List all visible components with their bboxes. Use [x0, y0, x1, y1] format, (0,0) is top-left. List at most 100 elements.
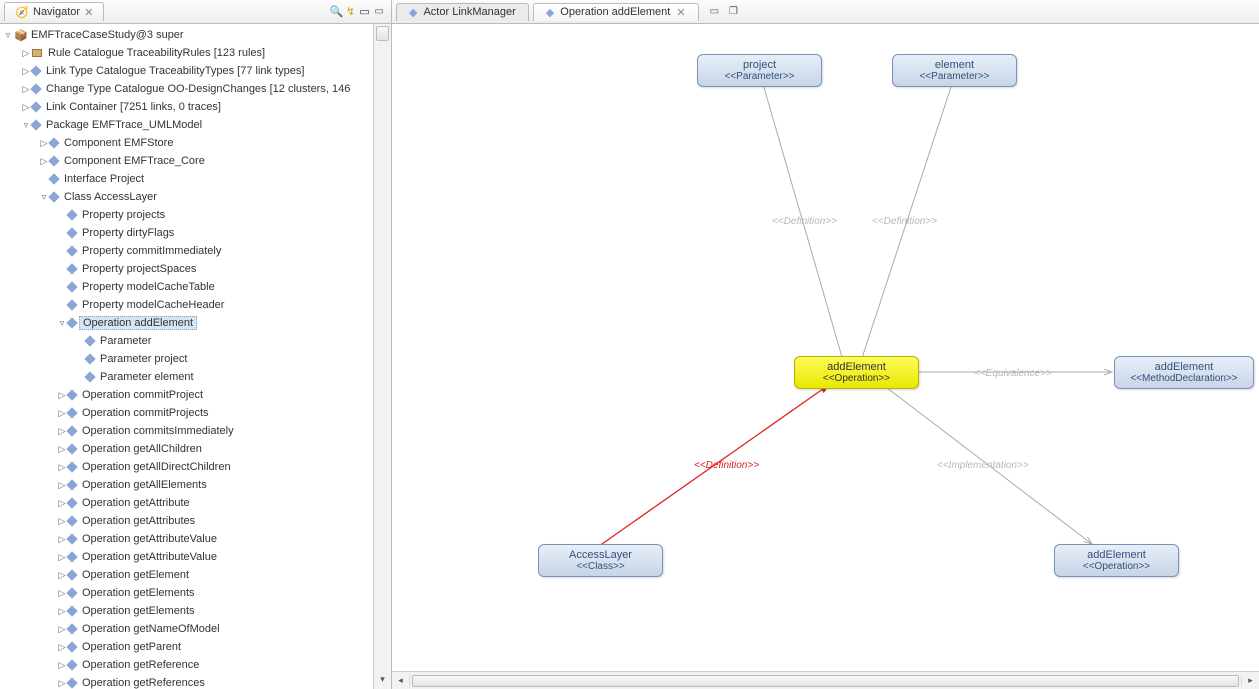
tab-operation-addelement[interactable]: ◆ Operation addElement ✕	[533, 3, 699, 21]
tree-scrollbar-v[interactable]: ▴ ▾	[373, 24, 391, 689]
tree-item-label: Parameter element	[97, 371, 197, 383]
close-icon[interactable]: ✕	[84, 6, 93, 19]
node-addelement-operation-center[interactable]: addElement <<Operation>>	[794, 356, 919, 389]
tree-item[interactable]: ▷Operation getAllChildren	[0, 440, 391, 458]
collapse-icon[interactable]: ▭	[358, 5, 372, 19]
tree-item[interactable]: ▷Operation getAttributeValue	[0, 548, 391, 566]
tree-item-label: Link Type Catalogue TraceabilityTypes [7…	[43, 65, 307, 77]
tree-item[interactable]: ▿Class AccessLayer	[0, 188, 391, 206]
scroll-right-icon[interactable]: ▸	[1241, 675, 1259, 686]
tree-item[interactable]: Property modelCacheTable	[0, 278, 391, 296]
tree-item[interactable]: ▷Operation commitProjects	[0, 404, 391, 422]
tree-item[interactable]: ▷Component EMFStore	[0, 134, 391, 152]
navigator-header: 🧭 Navigator ✕ 🔍 ↯ ▭ ▭	[0, 0, 391, 24]
tree-item-label: Operation getElements	[79, 587, 198, 599]
tree-item-label: Package EMFTrace_UMLModel	[43, 119, 205, 131]
tree-item[interactable]: ▷Operation commitsImmediately	[0, 422, 391, 440]
maximize-icon[interactable]: ❐	[726, 6, 741, 17]
diamond-icon	[66, 425, 77, 436]
canvas-scrollbar-h[interactable]: ◂ ▸	[392, 671, 1259, 689]
tree-item[interactable]: Property projectSpaces	[0, 260, 391, 278]
tree-item[interactable]: Property dirtyFlags	[0, 224, 391, 242]
tree-item-label: Property commitImmediately	[79, 245, 224, 257]
tree-item[interactable]: ▷Operation getReference	[0, 656, 391, 674]
tree-item[interactable]: ▷Operation getAttribute	[0, 494, 391, 512]
node-addelement-operation-br[interactable]: addElement <<Operation>>	[1054, 544, 1179, 577]
node-element-parameter[interactable]: element <<Parameter>>	[892, 54, 1017, 87]
tree-item[interactable]: Parameter element	[0, 368, 391, 386]
close-icon[interactable]: ✕	[676, 6, 685, 19]
tab-actor-linkmanager[interactable]: ◆ Actor LinkManager	[396, 3, 529, 21]
tree-item-label: Operation getAttributeValue	[79, 551, 220, 563]
node-title: element	[903, 59, 1006, 71]
tree-item[interactable]: Property commitImmediately	[0, 242, 391, 260]
edge-label-implementation: <<Implementation>>	[937, 460, 1029, 471]
tree-root[interactable]: ▿ 📦 EMFTraceCaseStudy@3 super	[0, 26, 391, 44]
scroll-left-icon[interactable]: ◂	[392, 675, 410, 686]
diamond-icon	[66, 641, 77, 652]
scroll-down-icon[interactable]: ▾	[374, 671, 391, 689]
node-accesslayer-class[interactable]: AccessLayer <<Class>>	[538, 544, 663, 577]
tree-item-label: Component EMFTrace_Core	[61, 155, 208, 167]
tree-item[interactable]: Interface Project	[0, 170, 391, 188]
diamond-icon	[66, 389, 77, 400]
diamond-icon	[66, 497, 77, 508]
tree-item[interactable]: Property projects	[0, 206, 391, 224]
tree-item[interactable]: ▷Operation commitProject	[0, 386, 391, 404]
edge-label-definition-red: <<Definition>>	[694, 460, 759, 471]
chevron-right-icon[interactable]: ▷	[20, 48, 32, 59]
tree-item[interactable]: ▷Operation getElement	[0, 566, 391, 584]
diamond-icon	[66, 407, 77, 418]
node-title: addElement	[1065, 549, 1168, 561]
tree-item[interactable]: ▿Operation addElement	[0, 314, 391, 332]
tree-item[interactable]: ▷Operation getAttributes	[0, 512, 391, 530]
scroll-thumb[interactable]	[376, 26, 389, 41]
tree-item[interactable]: ▷Change Type Catalogue OO-DesignChanges …	[0, 80, 391, 98]
tree-item[interactable]: ▷Operation getParent	[0, 638, 391, 656]
tree-item[interactable]: ▿Package EMFTrace_UMLModel	[0, 116, 391, 134]
tree-item[interactable]: Parameter project	[0, 350, 391, 368]
tree-item[interactable]: ▷Operation getReferences	[0, 674, 391, 689]
node-stereotype: <<Parameter>>	[903, 71, 1006, 82]
diamond-icon	[84, 335, 95, 346]
tree-item[interactable]: ▷Operation getElements	[0, 602, 391, 620]
node-project-parameter[interactable]: project <<Parameter>>	[697, 54, 822, 87]
tree-item-label: Operation getAllChildren	[79, 443, 205, 455]
tree-item[interactable]: ▷Operation getAllElements	[0, 476, 391, 494]
scroll-thumb[interactable]	[412, 675, 1239, 687]
node-title: addElement	[805, 361, 908, 373]
tree-item-label: Operation addElement	[79, 316, 197, 330]
package-icon	[32, 49, 42, 57]
tree-item-label: Change Type Catalogue OO-DesignChanges […	[43, 83, 353, 95]
tree-item[interactable]: Property modelCacheHeader	[0, 296, 391, 314]
tree-item[interactable]: ▷Rule Catalogue TraceabilityRules [123 r…	[0, 44, 391, 62]
tree-item[interactable]: Parameter	[0, 332, 391, 350]
link-icon[interactable]: ↯	[344, 5, 358, 19]
tree-item[interactable]: ▷Component EMFTrace_Core	[0, 152, 391, 170]
diamond-icon	[66, 623, 77, 634]
navigator-tree[interactable]: ▿ 📦 EMFTraceCaseStudy@3 super ▷Rule Cata…	[0, 24, 391, 689]
node-title: project	[708, 59, 811, 71]
minimize-icon[interactable]: ▭	[707, 6, 722, 17]
node-addelement-methoddecl[interactable]: addElement <<MethodDeclaration>>	[1114, 356, 1254, 389]
search-icon[interactable]: 🔍	[330, 5, 344, 19]
diamond-icon	[66, 515, 77, 526]
minimize-icon[interactable]: ▭	[372, 6, 387, 17]
diamond-icon	[66, 263, 77, 274]
tree-item[interactable]: ▷Operation getNameOfModel	[0, 620, 391, 638]
tree-item[interactable]: ▷Operation getElements	[0, 584, 391, 602]
diamond-icon	[66, 551, 77, 562]
tree-item-label: Component EMFStore	[61, 137, 176, 149]
diagram-canvas[interactable]: project <<Parameter>> element <<Paramete…	[392, 24, 1259, 671]
diamond-icon	[66, 479, 77, 490]
diamond-icon	[66, 659, 77, 670]
tree-item[interactable]: ▷Operation getAttributeValue	[0, 530, 391, 548]
tree-item[interactable]: ▷Link Type Catalogue TraceabilityTypes […	[0, 62, 391, 80]
chevron-down-icon[interactable]: ▿	[2, 30, 14, 41]
tree-item[interactable]: ▷Operation getAllDirectChildren	[0, 458, 391, 476]
navigator-tab[interactable]: 🧭 Navigator ✕	[4, 2, 104, 21]
diamond-icon	[66, 587, 77, 598]
diamond-icon	[30, 119, 41, 130]
tree-item-label: Property projectSpaces	[79, 263, 199, 275]
tree-item[interactable]: ▷Link Container [7251 links, 0 traces]	[0, 98, 391, 116]
